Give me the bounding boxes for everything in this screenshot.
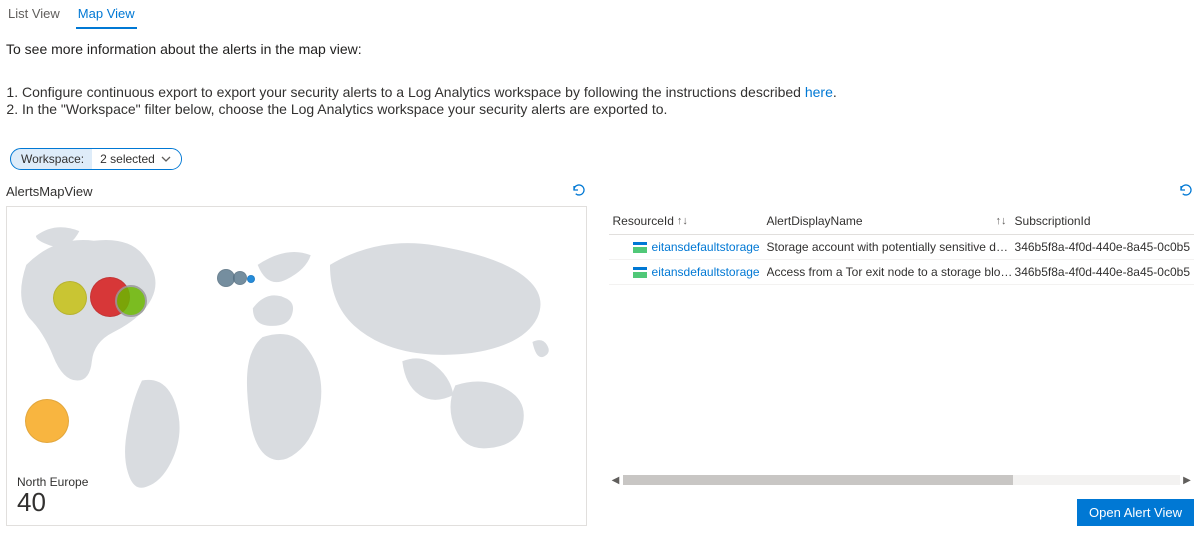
instruction-1-prefix: Configure continuous export to export yo…: [22, 84, 805, 100]
cell-subscription: 346b5f8a-4f0d-440e-8a45-0c0b5: [1015, 240, 1190, 254]
instructions-list: Configure continuous export to export yo…: [0, 77, 1200, 128]
view-tabs: List View Map View: [0, 0, 1200, 29]
instruction-1-suffix: .: [833, 84, 837, 100]
header-alertname[interactable]: AlertDisplayName ↑↓: [767, 214, 1015, 228]
scroll-right-icon[interactable]: ▶: [1180, 475, 1194, 486]
map-bubble-orange[interactable]: [25, 399, 69, 443]
instruction-item-1: Configure continuous export to export yo…: [22, 84, 1194, 100]
region-summary: North Europe 40: [17, 475, 88, 515]
scroll-track[interactable]: [623, 475, 1180, 485]
workspace-filter-value[interactable]: 2 selected: [92, 149, 181, 169]
world-map-svg: [7, 207, 585, 516]
cell-resource[interactable]: eitansdefaultstorage: [613, 240, 767, 254]
intro-text: To see more information about the alerts…: [0, 29, 1200, 63]
scroll-thumb[interactable]: [623, 475, 1013, 485]
sort-icon: ↑↓: [677, 215, 688, 227]
alerts-table: ResourceId ↑↓ AlertDisplayName ↑↓ Subscr…: [609, 206, 1194, 487]
cell-resource[interactable]: eitansdefaultstorage: [613, 265, 767, 279]
workspace-filter[interactable]: Workspace: 2 selected: [10, 148, 182, 170]
horizontal-scrollbar[interactable]: ◀ ▶: [609, 473, 1194, 487]
world-map[interactable]: North Europe 40: [6, 206, 587, 526]
table-row[interactable]: eitansdefaultstorage Access from a Tor e…: [609, 260, 1194, 285]
workspace-filter-label: Workspace:: [11, 149, 92, 169]
header-resourceid-label: ResourceId: [613, 214, 674, 228]
instruction-item-2: In the "Workspace" filter below, choose …: [22, 101, 1194, 117]
region-count: 40: [17, 489, 88, 515]
map-bubble-yellow[interactable]: [53, 281, 87, 315]
cell-alert: Storage account with potentially sensiti…: [767, 240, 1015, 254]
storage-account-icon: [633, 242, 647, 252]
map-panel-title: AlertsMapView: [6, 184, 92, 199]
map-bubble-blue[interactable]: [247, 275, 255, 283]
sort-icon: ↑↓: [996, 215, 1007, 227]
header-subscription-label: SubscriptionId: [1015, 214, 1091, 228]
cell-resource-text: eitansdefaultstorage: [652, 240, 760, 254]
reset-icon[interactable]: [571, 182, 587, 201]
header-resourceid[interactable]: ResourceId ↑↓: [613, 214, 767, 228]
header-alertname-label: AlertDisplayName: [767, 214, 863, 228]
open-alert-view-button[interactable]: Open Alert View: [1077, 499, 1194, 526]
cell-alert: Access from a Tor exit node to a storage…: [767, 265, 1015, 279]
header-subscription[interactable]: SubscriptionId: [1015, 214, 1190, 228]
storage-account-icon: [633, 267, 647, 277]
tab-map-view[interactable]: Map View: [76, 4, 137, 29]
reset-icon-right[interactable]: [1178, 182, 1194, 201]
table-row[interactable]: eitansdefaultstorage Storage account wit…: [609, 235, 1194, 260]
map-bubble-green[interactable]: [115, 285, 147, 317]
tab-list-view[interactable]: List View: [6, 4, 62, 29]
map-bubble-slate-2[interactable]: [233, 271, 247, 285]
cell-subscription: 346b5f8a-4f0d-440e-8a45-0c0b5: [1015, 265, 1190, 279]
cell-resource-text: eitansdefaultstorage: [652, 265, 760, 279]
workspace-filter-count: 2 selected: [100, 152, 155, 166]
instruction-1-link[interactable]: here: [805, 84, 833, 100]
table-header: ResourceId ↑↓ AlertDisplayName ↑↓ Subscr…: [609, 206, 1194, 235]
chevron-down-icon: [161, 156, 171, 162]
scroll-left-icon[interactable]: ◀: [609, 475, 623, 486]
